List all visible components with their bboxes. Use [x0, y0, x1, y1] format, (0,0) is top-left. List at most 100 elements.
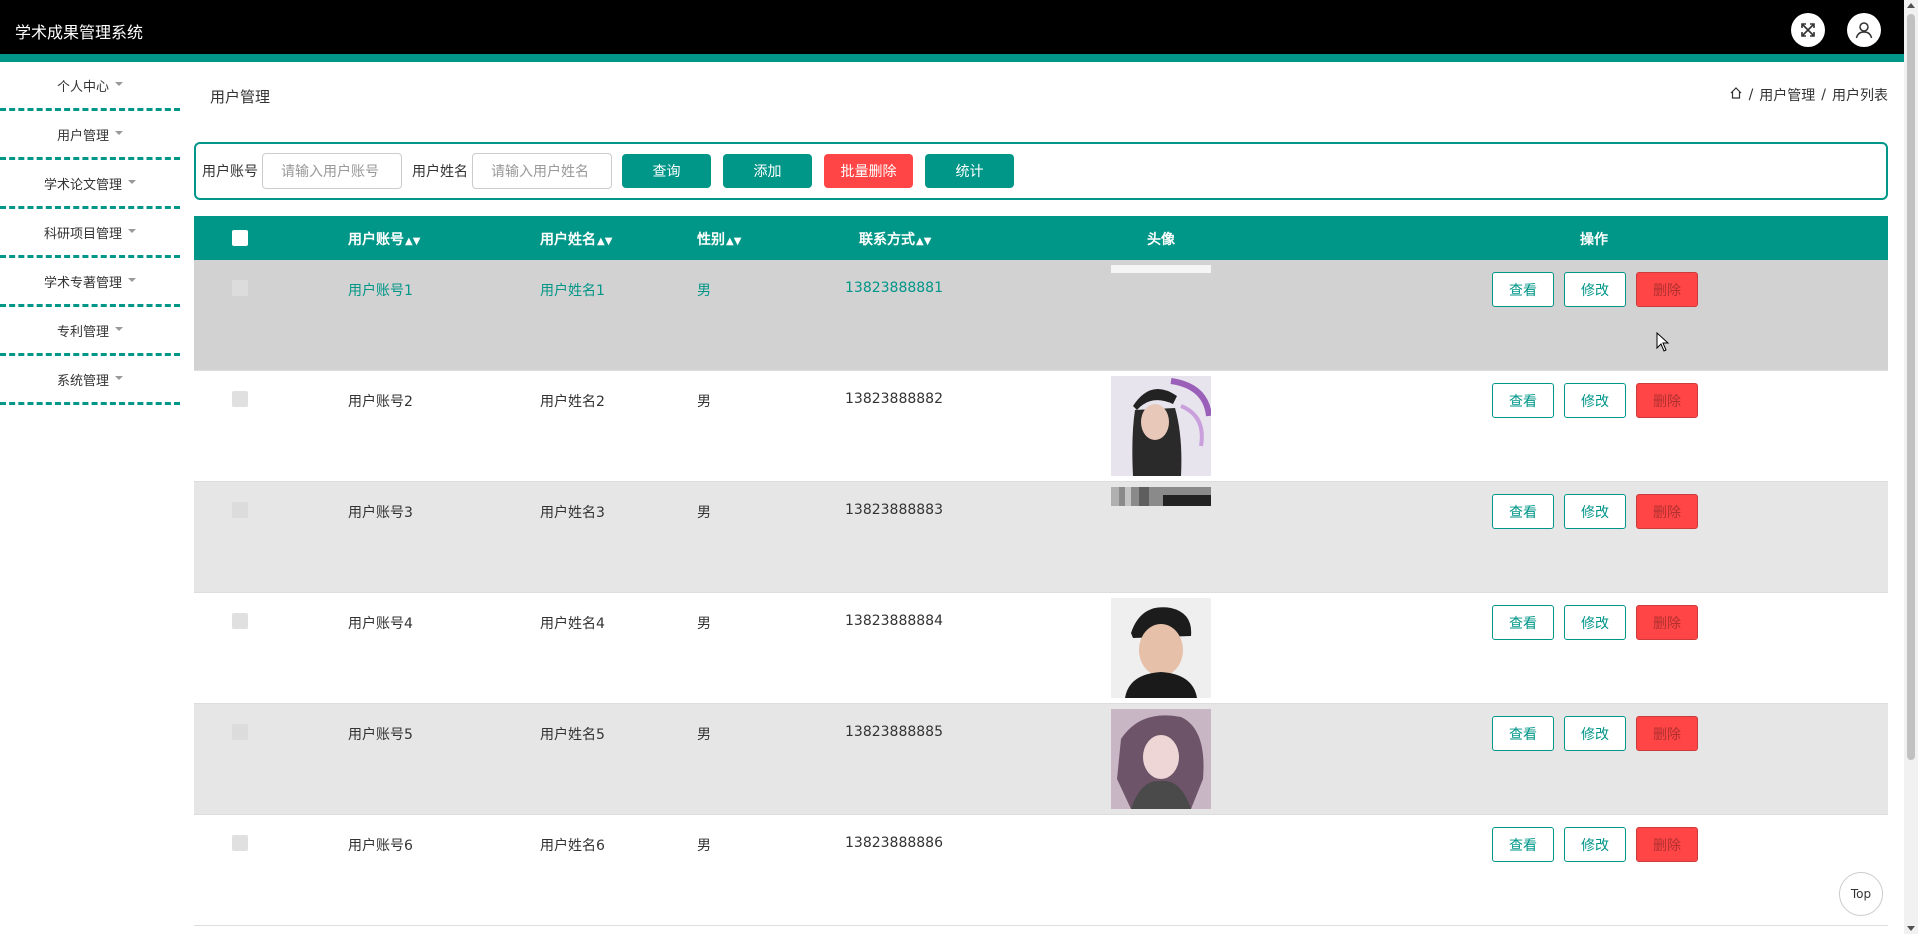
column-header-account[interactable]: 用户账号▲▼ — [348, 229, 420, 249]
caret-down-icon — [115, 375, 123, 380]
cell-name: 用户姓名3 — [540, 505, 605, 521]
delete-button[interactable]: 删除 — [1636, 383, 1698, 418]
table-row[interactable]: 用户账号4 用户姓名4 男 13823888884 查看 修改 删除 — [194, 593, 1888, 704]
cell-phone: 13823888886 — [845, 835, 943, 851]
sidebar-item-patents[interactable]: 专利管理 — [0, 307, 180, 356]
breadcrumb-user-management[interactable]: 用户管理 — [1759, 85, 1815, 105]
scroll-up-icon[interactable] — [1907, 3, 1915, 8]
row-checkbox[interactable] — [232, 502, 248, 518]
scroll-thumb[interactable] — [1907, 14, 1915, 760]
view-button[interactable]: 查看 — [1492, 383, 1554, 418]
column-header-phone[interactable]: 联系方式▲▼ — [859, 229, 931, 249]
caret-down-icon — [128, 277, 136, 282]
delete-button[interactable]: 删除 — [1636, 605, 1698, 640]
avatar — [1111, 487, 1211, 506]
sidebar-item-label: 用户管理 — [56, 128, 109, 144]
avatar — [1111, 709, 1211, 809]
avatar — [1111, 598, 1211, 698]
user-icon[interactable] — [1847, 13, 1881, 47]
column-header-name[interactable]: 用户姓名▲▼ — [540, 229, 612, 249]
account-label: 用户账号 — [202, 164, 258, 180]
row-checkbox[interactable] — [232, 724, 248, 740]
delete-button[interactable]: 删除 — [1636, 494, 1698, 529]
cell-phone: 13823888883 — [845, 502, 943, 518]
table-row[interactable]: 用户账号3 用户姓名3 男 13823888883 查看 修改 删除 — [194, 482, 1888, 593]
edit-button[interactable]: 修改 — [1564, 383, 1626, 418]
sidebar-item-label: 个人中心 — [56, 79, 109, 95]
caret-down-icon — [115, 326, 123, 331]
cell-account: 用户账号2 — [348, 394, 413, 410]
row-checkbox[interactable] — [232, 280, 248, 296]
column-header-label: 用户姓名 — [540, 232, 596, 248]
sidebar-item-personal-center[interactable]: 个人中心 — [0, 62, 180, 111]
cell-account: 用户账号1 — [348, 283, 413, 299]
edit-button[interactable]: 修改 — [1564, 494, 1626, 529]
delete-button[interactable]: 删除 — [1636, 716, 1698, 751]
name-search-input[interactable]: 请输入用户姓名 — [472, 153, 612, 189]
breadcrumb: / 用户管理 / 用户列表 — [1729, 85, 1888, 105]
search-panel: 用户账号 请输入用户账号 用户姓名 请输入用户姓名 查询 添加 批量删除 统计 — [194, 142, 1888, 200]
table-row[interactable]: 用户账号1 用户姓名1 男 13823888881 查看 修改 删除 — [194, 260, 1888, 371]
edit-button[interactable]: 修改 — [1564, 605, 1626, 640]
sidebar-item-label: 科研项目管理 — [43, 226, 122, 242]
sidebar-item-monographs[interactable]: 学术专著管理 — [0, 258, 180, 307]
caret-down-icon — [128, 228, 136, 233]
expand-icon[interactable] — [1791, 13, 1825, 47]
top-bar-accent — [0, 54, 1904, 62]
cell-gender: 男 — [697, 727, 711, 743]
app-title: 学术成果管理系统 — [15, 23, 144, 42]
cell-name: 用户姓名4 — [540, 616, 605, 632]
avatar — [1111, 265, 1211, 273]
edit-button[interactable]: 修改 — [1564, 272, 1626, 307]
cell-gender: 男 — [697, 505, 711, 521]
edit-button[interactable]: 修改 — [1564, 827, 1626, 862]
page-scrollbar[interactable] — [1904, 0, 1918, 934]
caret-down-icon — [115, 130, 123, 135]
query-button[interactable]: 查询 — [622, 154, 711, 188]
home-icon[interactable] — [1729, 86, 1743, 104]
sidebar-item-label: 学术论文管理 — [43, 177, 122, 193]
user-table: 用户账号▲▼ 用户姓名▲▼ 性别▲▼ 联系方式▲▼ 头像 操作 用户账号1 用户… — [194, 216, 1888, 926]
cell-gender: 男 — [697, 838, 711, 854]
row-checkbox[interactable] — [232, 613, 248, 629]
breadcrumb-separator: / — [1821, 87, 1826, 103]
sidebar-item-projects[interactable]: 科研项目管理 — [0, 209, 180, 258]
scroll-down-icon[interactable] — [1907, 926, 1915, 931]
delete-button[interactable]: 删除 — [1636, 827, 1698, 862]
avatar — [1111, 376, 1211, 476]
page-title: 用户管理 — [210, 88, 271, 106]
view-button[interactable]: 查看 — [1492, 272, 1554, 307]
sort-icon: ▲▼ — [726, 236, 742, 247]
table-row[interactable]: 用户账号2 用户姓名2 男 13823888882 查看 修改 删除 — [194, 371, 1888, 482]
view-button[interactable]: 查看 — [1492, 494, 1554, 529]
sort-icon: ▲▼ — [597, 236, 613, 247]
edit-button[interactable]: 修改 — [1564, 716, 1626, 751]
delete-button[interactable]: 删除 — [1636, 272, 1698, 307]
view-button[interactable]: 查看 — [1492, 605, 1554, 640]
row-checkbox[interactable] — [232, 391, 248, 407]
select-all-checkbox[interactable] — [232, 230, 248, 246]
row-checkbox[interactable] — [232, 835, 248, 851]
stats-button[interactable]: 统计 — [925, 154, 1014, 188]
caret-down-icon — [115, 81, 123, 86]
column-header-gender[interactable]: 性别▲▼ — [697, 229, 741, 249]
sidebar-item-system[interactable]: 系统管理 — [0, 356, 180, 405]
cell-phone: 13823888885 — [845, 724, 943, 740]
cell-phone: 13823888881 — [845, 280, 943, 296]
batch-delete-button[interactable]: 批量删除 — [824, 154, 913, 188]
add-button[interactable]: 添加 — [723, 154, 812, 188]
sort-icon: ▲▼ — [916, 236, 932, 247]
back-to-top-button[interactable]: Top — [1839, 872, 1883, 916]
cell-name: 用户姓名1 — [540, 283, 605, 299]
cell-account: 用户账号3 — [348, 505, 413, 521]
view-button[interactable]: 查看 — [1492, 827, 1554, 862]
sidebar-item-label: 系统管理 — [56, 373, 109, 389]
account-search-input[interactable]: 请输入用户账号 — [262, 153, 402, 189]
sidebar-item-papers[interactable]: 学术论文管理 — [0, 160, 180, 209]
cell-account: 用户账号6 — [348, 838, 413, 854]
sidebar-item-user-management[interactable]: 用户管理 — [0, 111, 180, 160]
table-row[interactable]: 用户账号5 用户姓名5 男 13823888885 查看 修改 删除 — [194, 704, 1888, 815]
table-row[interactable]: 用户账号6 用户姓名6 男 13823888886 查看 修改 删除 — [194, 815, 1888, 926]
view-button[interactable]: 查看 — [1492, 716, 1554, 751]
table-header: 用户账号▲▼ 用户姓名▲▼ 性别▲▼ 联系方式▲▼ 头像 操作 — [194, 216, 1888, 260]
